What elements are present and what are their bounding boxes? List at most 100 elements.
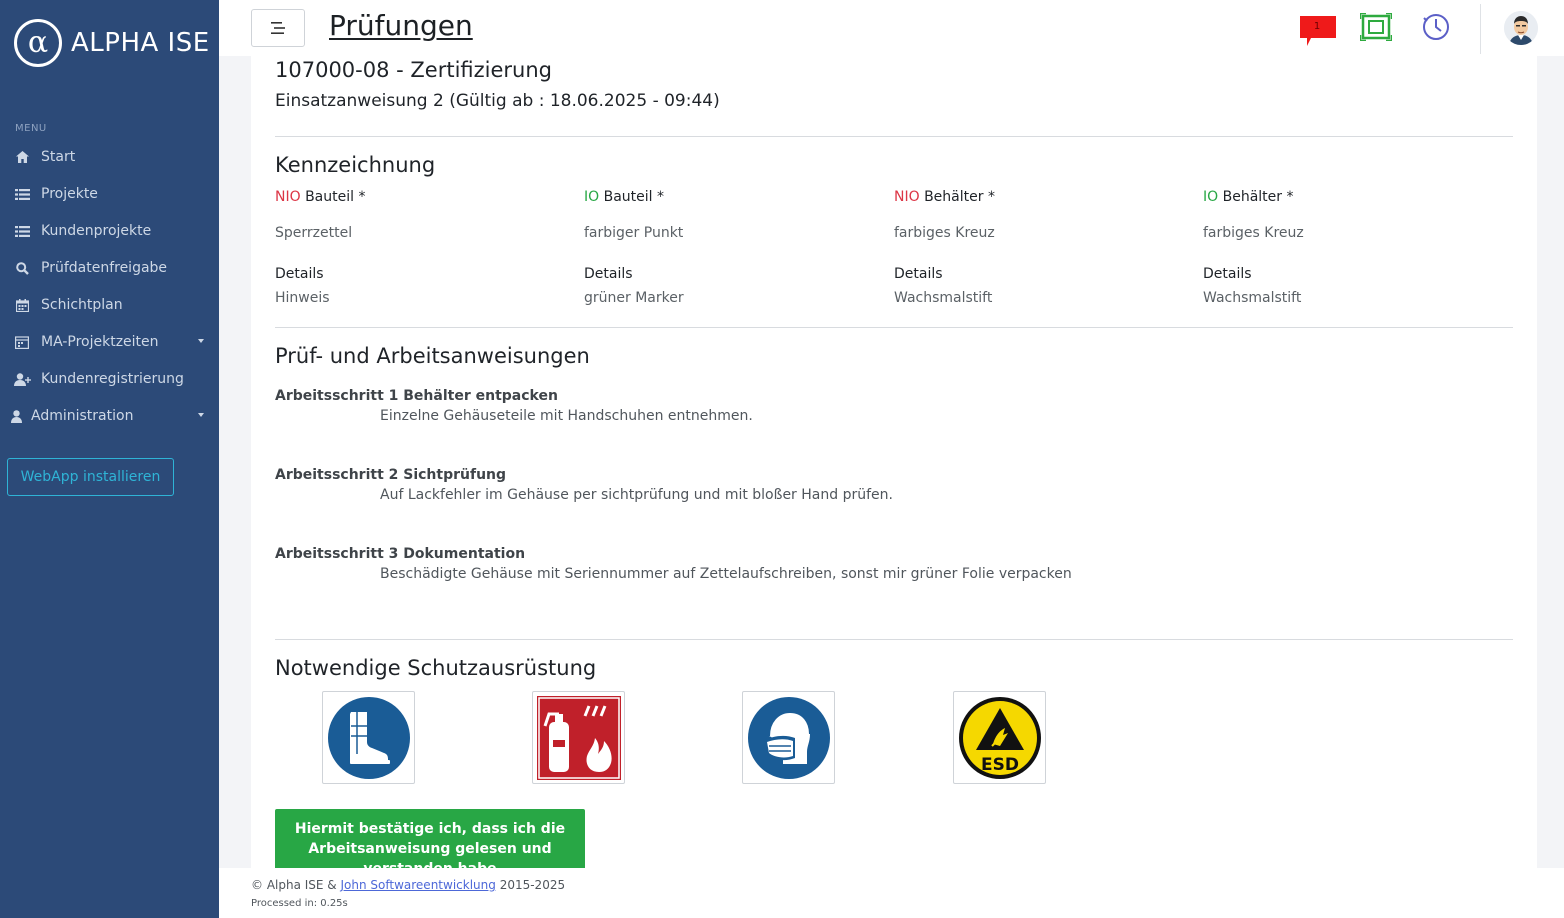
sidebar-item-ma-projektzeiten[interactable]: MA-Projektzeiten (0, 327, 219, 357)
io-prefix: IO (1203, 189, 1219, 205)
sidebar-item-kundenprojekte[interactable]: Kundenprojekte (0, 216, 219, 246)
sidebar-item-pruefdatenfreigabe[interactable]: Prüfdatenfreigabe (0, 253, 219, 283)
ppe-item (532, 691, 625, 784)
field-label: Bauteil * (603, 189, 664, 205)
field-label: Bauteil * (305, 189, 366, 205)
step-title: Arbeitsschritt 1 Behälter entpacken (275, 388, 558, 404)
fullscreen-icon (1358, 11, 1394, 43)
work-step: Arbeitsschritt 1 Behälter entpacken Einz… (275, 388, 753, 424)
confirm-reading-button[interactable]: Hiermit bestätige ich, dass ich die Arbe… (275, 809, 585, 868)
field-value: farbiges Kreuz (894, 225, 995, 241)
sidebar-item-label: Kundenprojekte (41, 223, 152, 239)
field-value: farbiges Kreuz (1203, 225, 1304, 241)
sidebar-item-administration[interactable]: Administration (0, 401, 219, 431)
details-value: Wachsmalstift (1203, 290, 1302, 306)
kennzeichnung-heading: Kennzeichnung (275, 153, 436, 177)
divider (275, 136, 1513, 137)
step-description: Auf Lackfehler im Gehäuse per sichtprüfu… (380, 487, 893, 503)
details-value: Hinweis (275, 290, 330, 306)
sidebar: α ALPHA ISE MENU Start Projekte Kundenpr… (0, 0, 219, 918)
notification-button[interactable]: 1 (1299, 14, 1337, 52)
sidebar-item-start[interactable]: Start (0, 142, 219, 172)
esd-warning-icon: ESD (958, 696, 1041, 779)
io-prefix: IO (584, 189, 600, 205)
sidebar-item-label: Schichtplan (41, 297, 123, 313)
chat-bubble-icon: 1 (1300, 16, 1336, 46)
hamburger-icon (271, 19, 285, 38)
main-content-card: 107000-08 - Zertifizierung Einsatzanweis… (251, 56, 1537, 868)
face-mask-icon (747, 696, 830, 779)
copyright-years: 2015-2025 (499, 878, 566, 892)
sidebar-item-label: Kundenregistrierung (41, 371, 184, 387)
details-label: Details (275, 266, 324, 282)
ppe-item (742, 691, 835, 784)
anweisungen-heading: Prüf- und Arbeitsanweisungen (275, 344, 590, 368)
kennzeichnung-col-io-behaelter: IO Behälter * farbiges Kreuz Details Wac… (1203, 189, 1304, 306)
field-value: Sperrzettel (275, 225, 353, 241)
fire-extinguisher-icon (536, 695, 621, 780)
menu-toggle-button[interactable] (251, 9, 305, 47)
esd-label: ESD (981, 755, 1019, 775)
details-label: Details (894, 266, 943, 282)
details-label: Details (1203, 266, 1252, 282)
calendar-icon (7, 298, 37, 312)
logo-text: ALPHA ISE (71, 28, 210, 58)
step-description: Beschädigte Gehäuse mit Seriennummer auf… (380, 566, 1072, 582)
record-subtitle: Einsatzanweisung 2 (Gültig ab : 18.06.20… (275, 91, 720, 111)
schutz-heading: Notwendige Schutzausrüstung (275, 656, 597, 680)
footer-copyright: © Alpha ISE & John Softwareentwicklung 2… (251, 878, 565, 892)
field-label: Behälter * (924, 189, 995, 205)
step-description: Einzelne Gehäuseteile mit Handschuhen en… (380, 408, 753, 424)
list-icon (7, 225, 37, 237)
sidebar-item-kundenregistrierung[interactable]: Kundenregistrierung (0, 364, 219, 394)
step-title: Arbeitsschritt 3 Dokumentation (275, 546, 526, 562)
clock-icon (1423, 14, 1449, 40)
field-label: Behälter * (1222, 189, 1294, 205)
fullscreen-button[interactable] (1358, 11, 1394, 45)
sidebar-item-label: Start (41, 149, 76, 165)
safety-boots-icon (327, 696, 410, 779)
field-value: farbiger Punkt (584, 225, 684, 241)
company-link[interactable]: John Softwareentwicklung (341, 878, 496, 892)
page-title: Prüfungen (329, 9, 473, 42)
logo-symbol: α (14, 19, 62, 67)
ppe-item (322, 691, 415, 784)
work-step: Arbeitsschritt 3 Dokumentation Beschädig… (275, 546, 1072, 582)
details-value: Wachsmalstift (894, 290, 993, 306)
home-icon (7, 151, 37, 163)
nio-prefix: NIO (275, 189, 301, 205)
time-tracking-button[interactable] (1421, 12, 1451, 46)
notification-count: 1 (1314, 21, 1320, 32)
chevron-down-icon (198, 413, 204, 417)
avatar[interactable] (1504, 11, 1538, 45)
sidebar-item-label: MA-Projektzeiten (41, 334, 159, 350)
topbar: Prüfungen 1 (219, 0, 1564, 56)
sidebar-item-schichtplan[interactable]: Schichtplan (0, 290, 219, 320)
sidebar-item-projekte[interactable]: Projekte (0, 179, 219, 209)
chevron-down-icon (198, 339, 204, 343)
processing-time: Processed in: 0.25s (251, 898, 348, 909)
details-label: Details (584, 266, 633, 282)
divider (275, 639, 1513, 640)
divider (275, 327, 1513, 328)
menu-section-label: MENU (15, 123, 47, 134)
install-webapp-button[interactable]: WebApp installieren (7, 458, 174, 496)
work-step: Arbeitsschritt 2 Sichtprüfung Auf Lackfe… (275, 467, 893, 503)
ppe-item: ESD (953, 691, 1046, 784)
sidebar-item-label: Prüfdatenfreigabe (41, 260, 168, 276)
kennzeichnung-col-nio-bauteil: NIO Bauteil * Sperrzettel Details Hinwei… (275, 189, 365, 306)
nio-prefix: NIO (894, 189, 920, 205)
topbar-divider (1480, 4, 1481, 54)
step-title: Arbeitsschritt 2 Sichtprüfung (275, 467, 507, 483)
app-logo[interactable]: α ALPHA ISE (14, 19, 210, 67)
calendar-grid-icon (7, 335, 37, 349)
list-icon (7, 188, 37, 200)
details-value: grüner Marker (584, 290, 684, 306)
footer: © Alpha ISE & John Softwareentwicklung 2… (219, 868, 1564, 918)
search-icon (7, 261, 37, 275)
user-icon (5, 409, 27, 423)
user-add-icon (7, 372, 37, 386)
sidebar-item-label: Projekte (41, 186, 98, 202)
kennzeichnung-col-nio-behaelter: NIO Behälter * farbiges Kreuz Details Wa… (894, 189, 995, 306)
kennzeichnung-col-io-bauteil: IO Bauteil * farbiger Punkt Details grün… (584, 189, 684, 306)
